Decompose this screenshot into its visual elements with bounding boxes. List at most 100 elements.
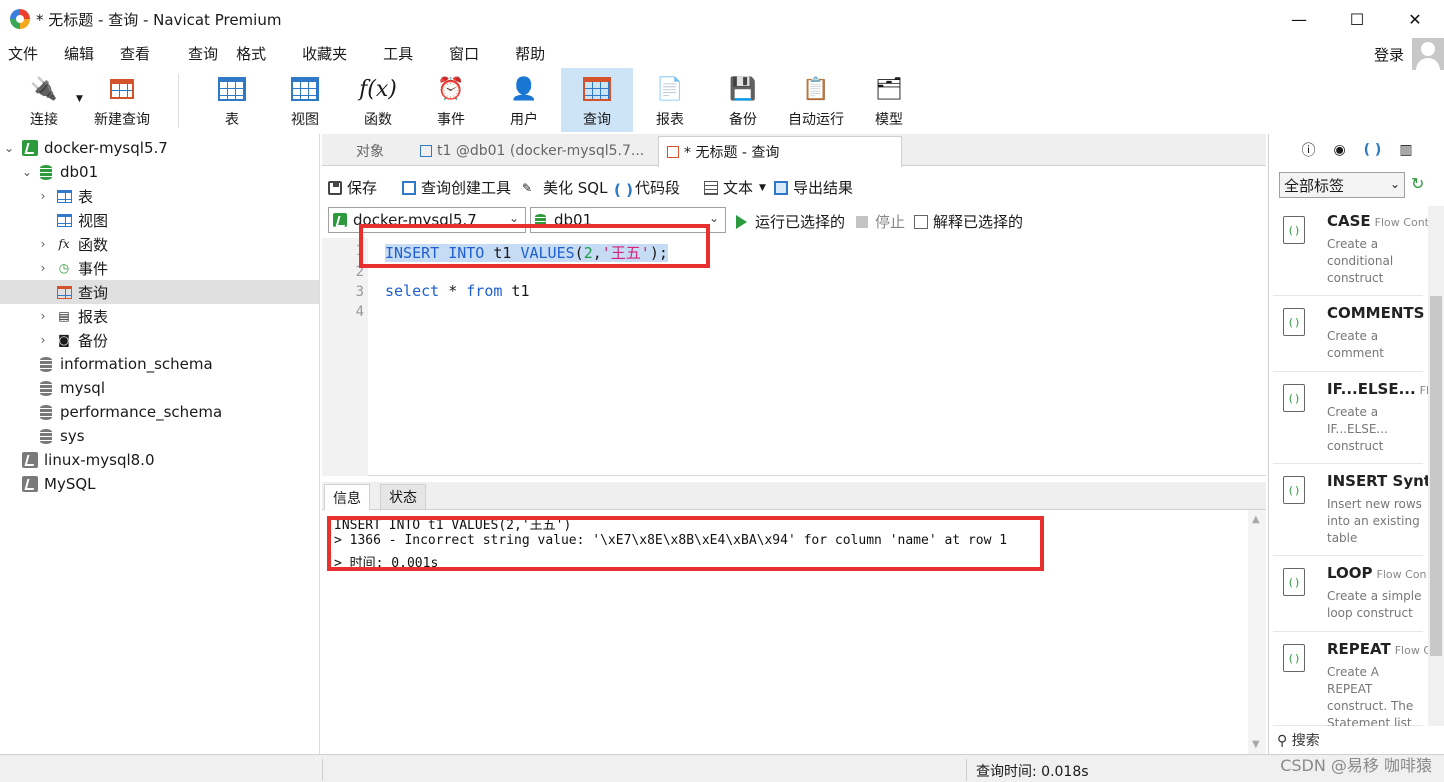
- snippet-icon[interactable]: ( ): [1364, 142, 1382, 158]
- tree-db-sys[interactable]: sys: [0, 424, 319, 448]
- chevron-down-icon[interactable]: ⌄: [2, 141, 16, 155]
- connect-button[interactable]: 🔌 连接: [12, 68, 76, 132]
- database-icon: [40, 356, 52, 372]
- tree-db-performance-schema[interactable]: performance_schema: [0, 400, 319, 424]
- explain-selected-button[interactable]: 解释已选择的: [914, 211, 1023, 232]
- connection-tree: ⌄ docker-mysql5.7 ⌄ db01 › 表 视图 › fx 函数 …: [0, 134, 320, 754]
- view-button[interactable]: 视图: [273, 68, 337, 132]
- tab-objects[interactable]: 对象: [322, 136, 410, 166]
- menu-favorites[interactable]: 收藏夹: [302, 43, 347, 64]
- play-icon: [736, 214, 747, 229]
- user-button[interactable]: 👤 用户: [492, 68, 556, 132]
- tree-item-reports[interactable]: › ▤ 报表: [0, 304, 319, 328]
- menu-format[interactable]: 格式: [236, 43, 266, 64]
- function-button[interactable]: f(x) 函数: [346, 68, 410, 132]
- info-icon[interactable]: ⓘ: [1301, 140, 1315, 160]
- tree-item-queries[interactable]: 查询: [0, 280, 319, 304]
- menu-file[interactable]: 文件: [8, 43, 38, 64]
- snippet-item[interactable]: () INSERT Synta Insert new rows into an …: [1273, 466, 1441, 556]
- tree-connection-docker[interactable]: ⌄ docker-mysql5.7: [0, 136, 319, 160]
- menu-edit[interactable]: 编辑: [64, 43, 94, 64]
- tab-label: t1 @db01 (docker-mysql5.7...: [437, 143, 645, 159]
- snippet-item[interactable]: () IF...ELSE...Flov Create a IF...ELSE..…: [1273, 374, 1442, 464]
- report-button[interactable]: 📄 报表: [638, 68, 702, 132]
- snippet-title: IF...ELSE...Flov: [1327, 380, 1442, 398]
- scroll-down-icon[interactable]: ▼: [1252, 739, 1260, 750]
- tree-db-label: sys: [60, 427, 85, 445]
- sql-operator: *: [439, 282, 467, 300]
- connect-dropdown-icon[interactable]: ▼: [76, 94, 83, 104]
- event-button[interactable]: ⏰ 事件: [419, 68, 483, 132]
- search-icon: ⚲: [1277, 733, 1288, 749]
- snippet-scrollbar[interactable]: [1428, 206, 1444, 726]
- snippet-description: Create a simple loop construct: [1327, 589, 1422, 620]
- model-button[interactable]: 🗂 模型: [857, 68, 921, 132]
- menu-tools[interactable]: 工具: [383, 43, 413, 64]
- menu-help[interactable]: 帮助: [515, 43, 545, 64]
- window-controls: — ☐ ✕: [1270, 0, 1444, 38]
- backup-button[interactable]: 💾 备份: [711, 68, 775, 132]
- tab-table-t1[interactable]: t1 @db01 (docker-mysql5.7...: [412, 136, 656, 166]
- snippet-item[interactable]: () LOOP Flow Con Create a simple loop con…: [1273, 558, 1427, 632]
- minimize-button[interactable]: —: [1270, 0, 1328, 38]
- tree-db-db01[interactable]: ⌄ db01: [0, 160, 319, 184]
- layout-icon[interactable]: ▥: [1399, 142, 1412, 158]
- scrollbar-thumb[interactable]: [1430, 296, 1442, 656]
- highlight-box-statement: [359, 224, 710, 268]
- tab-status[interactable]: 状态: [380, 484, 426, 510]
- menu-query[interactable]: 查询: [188, 43, 218, 64]
- chevron-right-icon[interactable]: ›: [36, 309, 50, 323]
- close-button[interactable]: ✕: [1386, 0, 1444, 38]
- query-builder-button[interactable]: 查询创建工具: [402, 177, 511, 198]
- automation-button[interactable]: 📋 自动运行: [782, 68, 850, 132]
- chevron-right-icon[interactable]: ›: [36, 237, 50, 251]
- snippet-item[interactable]: () CASE Flow Cont Create a conditional co…: [1273, 206, 1429, 296]
- tree-item-events[interactable]: › ◷ 事件: [0, 256, 319, 280]
- table-button[interactable]: 表: [200, 68, 264, 132]
- query-button[interactable]: 查询: [561, 68, 633, 132]
- tree-item-backups[interactable]: › ◙ 备份: [0, 328, 319, 352]
- tree-item-views[interactable]: 视图: [0, 208, 319, 232]
- save-button[interactable]: 保存: [328, 177, 377, 198]
- snippet-description: Create a conditional construct: [1327, 237, 1394, 285]
- tab-query[interactable]: * 无标题 - 查询: [658, 136, 902, 167]
- avatar[interactable]: [1412, 38, 1444, 70]
- menu-view[interactable]: 查看: [120, 43, 150, 64]
- refresh-icon[interactable]: ↻: [1411, 174, 1424, 193]
- tree-item-tables[interactable]: › 表: [0, 184, 319, 208]
- scroll-up-icon[interactable]: ▲: [1252, 514, 1260, 525]
- code-snippet-button[interactable]: ( ) 代码段: [614, 177, 680, 199]
- text-mode-button[interactable]: 文本 ▼: [704, 177, 766, 198]
- chevron-down-icon[interactable]: ⌄: [20, 165, 34, 179]
- tab-info[interactable]: 信息: [324, 484, 370, 510]
- sql-editor[interactable]: 1 2 3 4 INSERT INTO t1 VALUES(2,'王五'); s…: [322, 238, 1266, 476]
- snippet-item[interactable]: () REPEAT Flow C Create A REPEAT construc…: [1273, 634, 1431, 726]
- new-query-button[interactable]: 新建查询: [88, 68, 156, 132]
- tree-item-functions[interactable]: › fx 函数: [0, 232, 319, 256]
- snippet-item[interactable]: () COMMENTS Create a comment: [1273, 298, 1424, 372]
- maximize-button[interactable]: ☐: [1328, 0, 1386, 38]
- tree-db-mysql[interactable]: mysql: [0, 376, 319, 400]
- tree-db-label: performance_schema: [60, 403, 223, 421]
- snippet-search[interactable]: ⚲ 搜索: [1277, 730, 1320, 750]
- tree-db-label: mysql: [60, 379, 105, 397]
- stop-button[interactable]: 停止: [856, 211, 905, 232]
- tree-connection-mysql[interactable]: MySQL: [0, 472, 319, 496]
- chevron-right-icon[interactable]: ›: [36, 333, 50, 347]
- chevron-right-icon[interactable]: ›: [36, 261, 50, 275]
- automation-label: 自动运行: [788, 112, 844, 128]
- tree-db-information-schema[interactable]: information_schema: [0, 352, 319, 376]
- run-selected-button[interactable]: 运行已选择的: [736, 211, 845, 232]
- beautify-sql-button[interactable]: ✎ 美化 SQL: [522, 177, 607, 198]
- eye-icon[interactable]: ◉: [1333, 142, 1345, 158]
- export-results-button[interactable]: 导出结果: [774, 177, 853, 198]
- vertical-scrollbar[interactable]: ▲ ▼: [1248, 510, 1266, 754]
- chevron-right-icon[interactable]: ›: [36, 189, 50, 203]
- tree-connection-label: MySQL: [44, 475, 96, 493]
- menu-window[interactable]: 窗口: [449, 43, 479, 64]
- tree-connection-linux[interactable]: linux-mysql8.0: [0, 448, 319, 472]
- tag-filter-select[interactable]: 全部标签 ⌄: [1279, 172, 1405, 198]
- login-link[interactable]: 登录: [1374, 44, 1404, 65]
- database-icon: [40, 164, 52, 180]
- clock-icon: ⏰: [437, 76, 465, 102]
